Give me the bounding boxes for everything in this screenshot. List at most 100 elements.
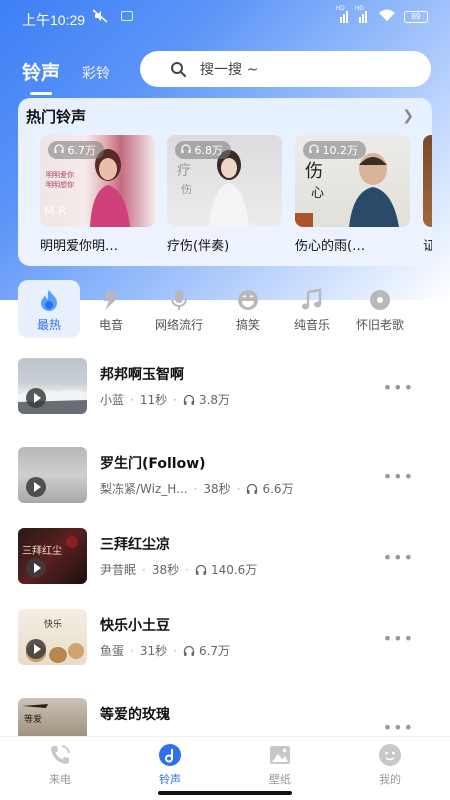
category-oldies[interactable]: 怀旧老歌 [349, 280, 411, 338]
song-plays: 3.8万 [198, 393, 231, 407]
list-item[interactable]: 罗生门(Follow) 梨冻紧/Wiz_H... · 38秒 · 6.6万 ••• [18, 447, 432, 503]
more-options-icon[interactable]: ••• [383, 548, 414, 567]
svg-text:快乐: 快乐 [44, 618, 62, 630]
play-count-badge: 6.7万 [48, 141, 104, 159]
battery-icon: 89 [404, 11, 428, 23]
song-plays: 6.6万 [262, 482, 294, 496]
nav-ringtone[interactable]: 铃声 [130, 743, 210, 787]
more-options-icon[interactable]: ••• [383, 718, 414, 736]
chevron-right-icon[interactable]: ❯ [402, 108, 414, 124]
hot-ringtone-item[interactable]: 疗 伤 6.8万 疗伤(伴奏) [167, 135, 282, 254]
song-title: 等爱的玫瑰 [100, 707, 170, 723]
profile-icon [379, 744, 401, 766]
cover-image [423, 135, 432, 227]
mute-icon [92, 9, 108, 26]
phone-icon [51, 745, 70, 764]
hot-ringtone-item[interactable]: 伤 心 10.2万 伤心的雨(… [295, 135, 410, 254]
headphone-icon [247, 483, 258, 494]
more-options-icon[interactable]: ••• [383, 378, 414, 397]
list-item[interactable]: 快乐 快乐小土豆 鱼蛋 · 31秒 · 6.7万 ••• [18, 609, 432, 665]
headphone-icon [181, 144, 191, 153]
list-item[interactable]: 等爱 等爱的玫瑰 ••• [18, 698, 432, 736]
play-icon[interactable] [26, 558, 46, 578]
play-count-badge: 6.8万 [175, 141, 231, 159]
svg-text:心: 心 [311, 186, 324, 201]
signal-icon: HD [355, 6, 370, 23]
more-options-icon[interactable]: ••• [383, 629, 414, 648]
song-plays: 140.6万 [210, 563, 258, 577]
nav-incoming-call[interactable]: 来电 [20, 743, 100, 787]
list-item[interactable]: 三拜红尘 三拜红尘凉 尹昔眠 · 38秒 · 140.6万 ••• [18, 528, 432, 584]
ringtone-icon [159, 744, 181, 766]
svg-text:三拜红尘: 三拜红尘 [22, 544, 62, 557]
song-duration: 38秒 [203, 482, 231, 496]
search-input[interactable]: 搜一搜 ~ [140, 51, 431, 87]
svg-text:伤: 伤 [305, 161, 323, 182]
song-thumbnail: 快乐 [18, 609, 87, 665]
nav-profile[interactable]: 我的 [350, 743, 430, 787]
category-bar: 最热 电音 网络流行 搞笑 纯音乐 怀旧老歌 [18, 280, 432, 338]
hot-ringtone-name: 伤心的雨(… [295, 239, 366, 254]
song-thumbnail [18, 358, 87, 414]
song-duration: 31秒 [139, 644, 168, 658]
hot-ringtone-name: 疗伤(伴奏) [167, 239, 230, 254]
song-meta: 尹昔眠 · 38秒 · 140.6万 [100, 562, 258, 578]
hot-ringtones-card: 热门铃声 ❯ 明明爱你 明明想你 M R 6.7万 明明爱你明… 疗 伤 6.8… [18, 98, 432, 266]
hot-ringtone-item[interactable]: 证 [423, 135, 432, 254]
search-placeholder: 搜一搜 ~ [200, 62, 259, 78]
svg-text:M R: M R [44, 204, 67, 218]
song-thumbnail: 三拜红尘 [18, 528, 87, 584]
tab-color-ring[interactable]: 彩铃 [82, 63, 110, 85]
song-meta: 梨冻紧/Wiz_H... · 38秒 · 6.6万 [100, 481, 294, 497]
search-icon [171, 62, 186, 77]
cover-image: 伤 心 10.2万 [295, 135, 410, 227]
song-artist: 梨冻紧/Wiz_H... [100, 482, 188, 496]
category-network-pop[interactable]: 网络流行 [148, 280, 210, 338]
svg-text:疗: 疗 [177, 163, 191, 179]
music-note-icon [302, 288, 322, 310]
wifi-icon [378, 9, 396, 25]
more-options-icon[interactable]: ••• [383, 467, 414, 486]
song-duration: 11秒 [139, 393, 168, 407]
song-meta: 小蓝 · 11秒 · 3.8万 [100, 392, 231, 408]
hot-ringtone-item[interactable]: 明明爱你 明明想你 M R 6.7万 明明爱你明… [40, 135, 155, 254]
song-meta: 鱼蛋 · 31秒 · 6.7万 [100, 643, 231, 659]
category-pure-music[interactable]: 纯音乐 [281, 280, 343, 338]
category-funny[interactable]: 搞笑 [217, 280, 279, 338]
category-electronic[interactable]: 电音 [80, 280, 142, 338]
song-title: 三拜红尘凉 [100, 537, 170, 553]
fire-icon [41, 290, 57, 311]
song-artist: 鱼蛋 [100, 644, 125, 658]
song-thumbnail: 等爱 [18, 698, 87, 736]
laugh-icon [238, 290, 258, 310]
vinyl-icon [370, 290, 390, 310]
song-artist: 小蓝 [100, 393, 125, 407]
song-title: 邦邦啊玉智啊 [100, 367, 184, 383]
tab-ringtone[interactable]: 铃声 [22, 58, 60, 95]
hot-ringtone-name: 明明爱你明… [40, 239, 119, 254]
svg-text:伤: 伤 [181, 183, 192, 196]
svg-text:明明爱你: 明明爱你 [46, 170, 74, 179]
headphone-icon [195, 564, 207, 575]
play-icon[interactable] [26, 477, 46, 497]
top-tabs: 铃声 彩铃 [22, 58, 110, 95]
svg-text:等爱: 等爱 [24, 713, 42, 725]
headphone-icon [54, 144, 64, 153]
list-item[interactable]: 邦邦啊玉智啊 小蓝 · 11秒 · 3.8万 ••• [18, 358, 432, 414]
song-title: 快乐小土豆 [100, 618, 170, 634]
home-indicator[interactable] [158, 791, 292, 795]
song-thumbnail [18, 447, 87, 503]
wallpaper-icon [270, 746, 290, 764]
status-time: 上午10:29 [22, 12, 86, 28]
cover-image: 明明爱你 明明想你 M R 6.7万 [40, 135, 155, 227]
play-icon[interactable] [26, 639, 46, 659]
song-duration: 38秒 [151, 563, 180, 577]
headphone-icon [183, 645, 195, 656]
category-hot[interactable]: 最热 [18, 280, 80, 338]
svg-text:明明想你: 明明想你 [46, 180, 74, 189]
headphone-icon [309, 144, 319, 153]
song-plays: 6.7万 [198, 644, 231, 658]
play-icon[interactable] [26, 388, 46, 408]
signal-icon: HD [336, 6, 351, 23]
nav-wallpaper[interactable]: 壁纸 [240, 743, 320, 787]
